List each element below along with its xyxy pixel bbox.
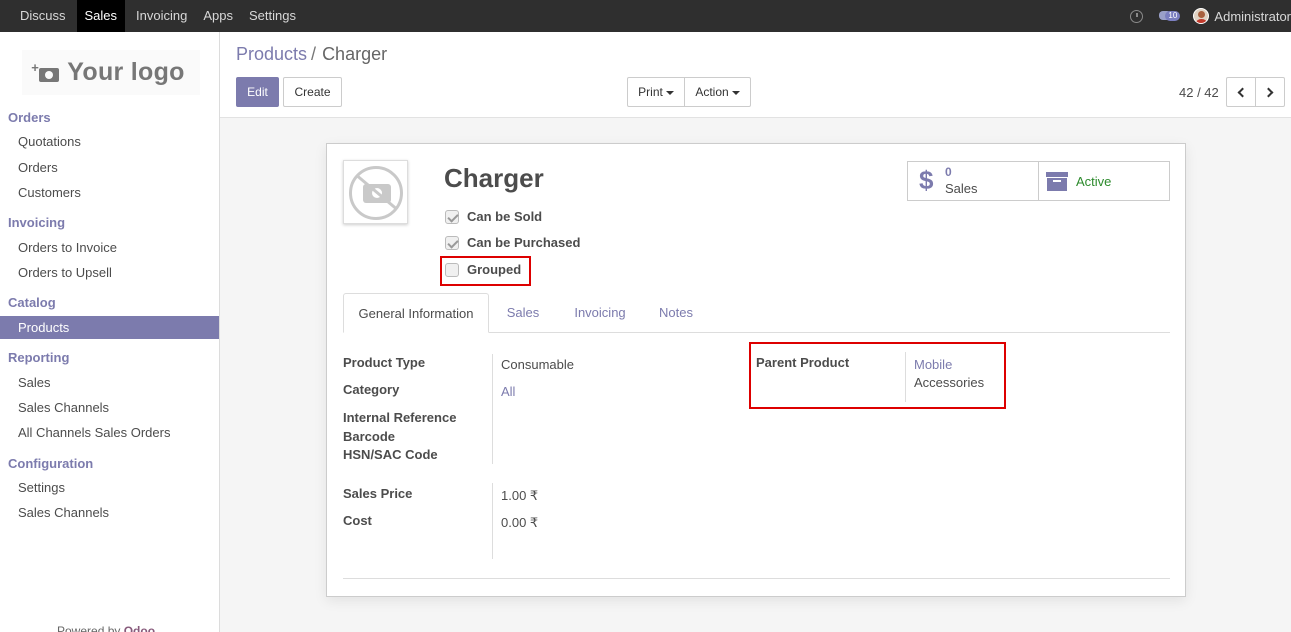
- category-value[interactable]: All: [501, 384, 515, 399]
- print-dropdown[interactable]: Print: [627, 77, 685, 107]
- active-status-label: Active: [1076, 174, 1112, 189]
- menu-discuss[interactable]: Discuss: [15, 0, 71, 32]
- menu-invoicing[interactable]: Invoicing: [131, 0, 192, 32]
- active-toggle-button[interactable]: Active: [1038, 161, 1170, 201]
- archive-icon: [1046, 172, 1068, 191]
- dollar-icon: $: [919, 165, 934, 195]
- sidebar-section-orders: Orders: [8, 110, 51, 125]
- pager-value[interactable]: 42 / 42: [1179, 85, 1219, 100]
- app-menu: Discuss Sales Invoicing Apps Settings: [0, 0, 307, 32]
- action-label: Action: [695, 85, 729, 99]
- sidebar-item-report-sales[interactable]: Sales: [0, 371, 219, 394]
- tab-sales[interactable]: Sales: [491, 293, 555, 333]
- sidebar-section-reporting: Reporting: [8, 350, 70, 365]
- cost-value: 0.00 ₹: [501, 515, 539, 530]
- sidebar-item-products[interactable]: Products: [0, 316, 219, 339]
- menu-apps[interactable]: Apps: [198, 0, 238, 32]
- create-button[interactable]: Create: [283, 77, 342, 107]
- tab-notes[interactable]: Notes: [645, 293, 707, 333]
- notebook-tabs: General Information Sales Invoicing Note…: [343, 293, 1170, 333]
- can-be-purchased-field: Can be Purchased: [445, 235, 580, 250]
- sidebar-item-settings[interactable]: Settings: [0, 476, 219, 499]
- breadcrumb-products[interactable]: Products: [236, 44, 307, 64]
- sidebar-item-orders-to-invoice[interactable]: Orders to Invoice: [0, 236, 219, 259]
- form-sheet: Charger Can be Sold Can be Purchased Gro…: [326, 143, 1186, 597]
- caret-down-icon: [665, 90, 674, 95]
- hsn-sac-code-label: HSN/SAC Code: [343, 447, 438, 462]
- sidebar-item-orders[interactable]: Orders: [0, 156, 219, 179]
- print-label: Print: [638, 85, 663, 99]
- sidebar: + Your logo Orders Quotations Orders Cus…: [0, 32, 220, 632]
- message-count-badge: 10: [1165, 11, 1181, 21]
- form-divider: [343, 578, 1170, 579]
- systray: 10 Administrator: [1130, 0, 1291, 32]
- highlight-box-grouped: [440, 256, 531, 286]
- can-be-purchased-label: Can be Purchased: [467, 235, 581, 250]
- camera-icon: +: [31, 60, 60, 82]
- field-separator: [492, 354, 493, 464]
- sidebar-item-sales-channels-report[interactable]: Sales Channels: [0, 396, 219, 419]
- menu-sales[interactable]: Sales: [76, 0, 126, 32]
- breadcrumb: Products / Charger: [236, 44, 387, 65]
- can-be-purchased-checkbox[interactable]: [445, 235, 459, 250]
- user-menu[interactable]: Administrator: [1214, 9, 1291, 24]
- powered-by-text: Powered by: [57, 624, 121, 632]
- category-label: Category: [343, 382, 400, 397]
- menu-settings[interactable]: Settings: [244, 0, 301, 32]
- control-panel: Products / Charger Edit Create Print Actio…: [220, 32, 1291, 118]
- sales-price-value: 1.00 ₹: [501, 488, 539, 503]
- user-avatar[interactable]: [1193, 8, 1210, 24]
- powered-by: Powered by Odoo: [57, 624, 155, 632]
- product-name: Charger: [444, 163, 544, 193]
- breadcrumb-separator: /: [311, 44, 317, 64]
- can-be-sold-field: Can be Sold: [445, 209, 542, 224]
- barcode-label: Barcode: [343, 429, 396, 444]
- sidebar-item-customers[interactable]: Customers: [0, 181, 219, 204]
- highlight-box-parent-product: [749, 342, 1006, 409]
- sales-stat-label: Sales: [945, 181, 978, 196]
- sidebar-section-configuration: Configuration: [8, 456, 94, 471]
- activity-clock-icon[interactable]: [1130, 9, 1144, 23]
- field-separator: [492, 483, 493, 559]
- edit-button[interactable]: Edit: [236, 77, 279, 107]
- can-be-sold-checkbox[interactable]: [445, 209, 459, 224]
- sidebar-item-all-channels-sales-orders[interactable]: All Channels Sales Orders: [0, 421, 219, 444]
- chevron-right-icon: [1263, 87, 1274, 98]
- tab-invoicing[interactable]: Invoicing: [561, 293, 639, 333]
- tab-general-information[interactable]: General Information: [343, 293, 489, 333]
- sidebar-item-orders-to-upsell[interactable]: Orders to Upsell: [0, 261, 219, 284]
- pager-previous-button[interactable]: [1226, 77, 1256, 107]
- sidebar-section-invoicing: Invoicing: [8, 215, 66, 230]
- action-dropdown[interactable]: Action: [684, 77, 751, 107]
- sales-stat-button[interactable]: $ 0 Sales: [907, 161, 1039, 201]
- sidebar-item-quotations[interactable]: Quotations: [0, 130, 219, 153]
- company-logo[interactable]: + Your logo: [22, 50, 200, 95]
- sales-count: 0: [945, 165, 952, 179]
- pager-next-button[interactable]: [1255, 77, 1285, 107]
- product-image[interactable]: [343, 160, 408, 224]
- internal-reference-label: Internal Reference: [343, 410, 457, 425]
- product-type-label: Product Type: [343, 355, 426, 370]
- powered-by-link[interactable]: Odoo: [124, 624, 155, 632]
- messages-icon[interactable]: 10: [1159, 8, 1183, 24]
- sales-price-label: Sales Price: [343, 486, 413, 501]
- caret-down-icon: [731, 90, 740, 95]
- sidebar-item-sales-channels[interactable]: Sales Channels: [0, 501, 219, 524]
- cost-label: Cost: [343, 513, 372, 528]
- sidebar-section-catalog: Catalog: [8, 295, 56, 310]
- can-be-sold-label: Can be Sold: [467, 209, 543, 224]
- logo-text: Your logo: [67, 58, 185, 86]
- product-type-value: Consumable: [501, 357, 574, 372]
- breadcrumb-current: Charger: [322, 44, 388, 64]
- chevron-left-icon: [1237, 87, 1248, 98]
- form-view: Charger Can be Sold Can be Purchased Gro…: [220, 118, 1291, 632]
- top-navbar: Discuss Sales Invoicing Apps Settings 10…: [0, 0, 1291, 32]
